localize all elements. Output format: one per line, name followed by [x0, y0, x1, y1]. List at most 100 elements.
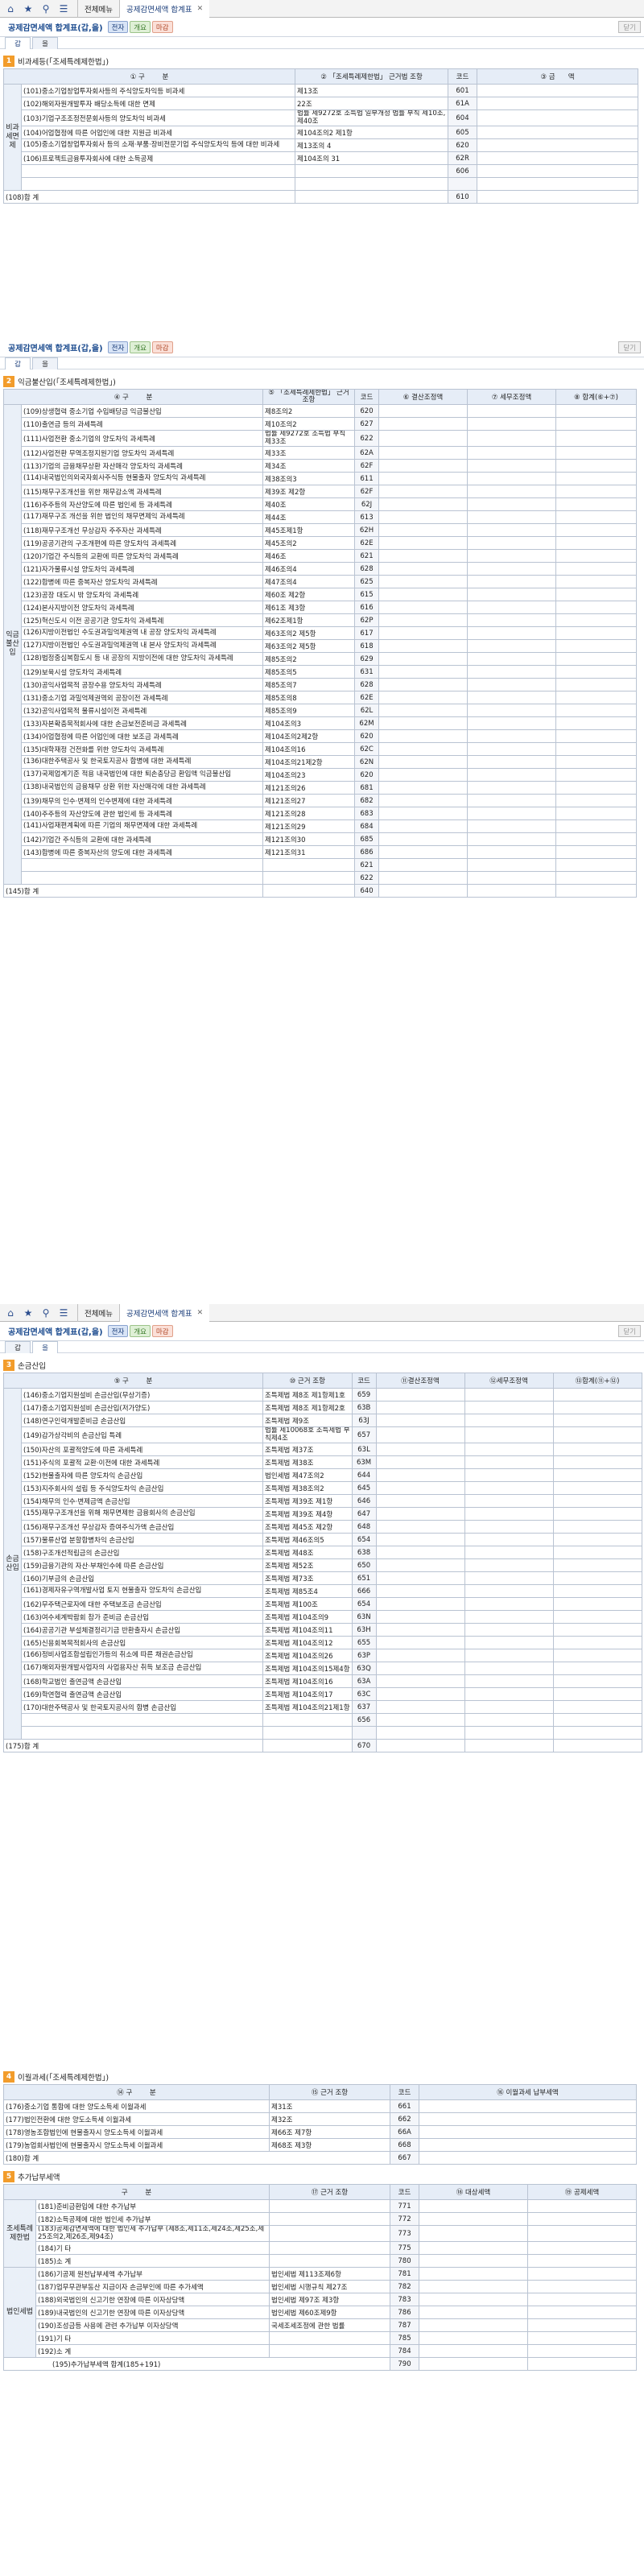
star-icon[interactable]: ★ — [19, 1304, 37, 1322]
amount-input[interactable] — [375, 1426, 465, 1443]
amount-input[interactable] — [467, 430, 556, 447]
amount-input[interactable] — [378, 858, 468, 872]
amount-input[interactable] — [555, 459, 637, 473]
amount-input[interactable] — [477, 84, 638, 97]
menu-icon[interactable]: ☰ — [55, 0, 72, 18]
finalize-button[interactable]: 마감 — [151, 1325, 173, 1337]
amount-input[interactable] — [467, 768, 556, 782]
amount-input[interactable] — [527, 2225, 637, 2242]
amount-input[interactable] — [464, 1414, 554, 1427]
amount-input[interactable] — [467, 794, 556, 807]
amount-input[interactable] — [464, 1520, 554, 1534]
amount-input[interactable] — [375, 1443, 465, 1456]
amount-input[interactable] — [552, 1481, 642, 1495]
amount-input[interactable] — [552, 1414, 642, 1427]
amount-input[interactable] — [467, 446, 556, 460]
amount-input[interactable] — [467, 613, 556, 627]
amount-input[interactable] — [467, 472, 556, 485]
amount-input[interactable] — [527, 2280, 637, 2293]
amount-input[interactable] — [527, 2254, 637, 2268]
amount-input[interactable] — [378, 510, 468, 524]
amount-input[interactable] — [464, 1443, 554, 1456]
amount-input[interactable] — [378, 845, 468, 859]
amount-input[interactable] — [477, 151, 638, 165]
amount-input[interactable] — [375, 1636, 465, 1649]
amount-input[interactable] — [552, 1401, 642, 1414]
amount-input[interactable] — [555, 691, 637, 704]
amount-input[interactable] — [419, 2241, 528, 2255]
e-file-button[interactable]: 전자 — [107, 341, 129, 353]
amount-input[interactable] — [467, 781, 556, 795]
overview-button[interactable]: 개요 — [130, 341, 151, 353]
overview-button[interactable]: 개요 — [130, 21, 151, 33]
amount-input[interactable] — [375, 1700, 465, 1714]
amount-input[interactable] — [378, 819, 468, 833]
amount-input[interactable] — [552, 1455, 642, 1469]
amount-input[interactable] — [555, 807, 637, 820]
amount-input[interactable] — [464, 1713, 554, 1727]
exit-button[interactable]: 닫기 — [618, 341, 641, 353]
amount-input[interactable] — [552, 1443, 642, 1456]
amount-input[interactable] — [467, 755, 556, 769]
amount-input[interactable] — [467, 549, 556, 563]
amount-input[interactable] — [552, 1468, 642, 1482]
e-file-button[interactable]: 전자 — [107, 1325, 129, 1337]
amount-input[interactable] — [552, 1546, 642, 1559]
amount-input[interactable] — [555, 819, 637, 833]
tab-tax-credit-summary[interactable]: 공제감면세액 합계표 ✕ — [118, 0, 210, 18]
amount-input[interactable] — [477, 126, 638, 139]
amount-input[interactable] — [552, 1520, 642, 1534]
amount-input[interactable] — [464, 1455, 554, 1469]
amount-input[interactable] — [375, 1713, 465, 1727]
amount-input[interactable] — [552, 1674, 642, 1688]
amount-input[interactable] — [378, 755, 468, 769]
amount-input[interactable] — [527, 2212, 637, 2226]
amount-input[interactable] — [555, 858, 637, 872]
amount-input[interactable] — [477, 97, 638, 110]
amount-input[interactable] — [464, 1426, 554, 1443]
amount-input[interactable] — [464, 1636, 554, 1649]
amount-input[interactable] — [375, 1726, 465, 1740]
amount-input[interactable] — [378, 626, 468, 640]
amount-input[interactable] — [552, 1558, 642, 1572]
amount-input[interactable] — [464, 1388, 554, 1402]
amount-input[interactable] — [555, 652, 637, 666]
amount-input[interactable] — [419, 2331, 528, 2345]
amount-input[interactable] — [467, 678, 556, 691]
amount-input[interactable] — [555, 639, 637, 653]
amount-input[interactable] — [419, 2280, 528, 2293]
amount-input[interactable] — [378, 704, 468, 717]
amount-input[interactable] — [555, 626, 637, 640]
amount-input[interactable] — [467, 459, 556, 473]
amount-input[interactable] — [464, 1481, 554, 1495]
amount-input[interactable] — [375, 1481, 465, 1495]
amount-input[interactable] — [467, 536, 556, 550]
close-icon[interactable]: ✕ — [197, 5, 204, 13]
amount-input[interactable] — [378, 601, 468, 614]
amount-input[interactable] — [527, 2267, 637, 2281]
amount-input[interactable] — [378, 523, 468, 537]
amount-input[interactable] — [378, 871, 468, 885]
amount-input[interactable] — [552, 1494, 642, 1508]
e-file-button[interactable]: 전자 — [107, 21, 129, 33]
amount-input[interactable] — [467, 601, 556, 614]
amount-input[interactable] — [419, 2267, 528, 2281]
amount-input[interactable] — [467, 404, 556, 418]
amount-input[interactable] — [552, 1649, 642, 1662]
home-icon[interactable]: ⌂ — [2, 0, 19, 18]
amount-input[interactable] — [555, 497, 637, 511]
search-icon[interactable]: ⚲ — [37, 0, 55, 18]
amount-input[interactable] — [555, 781, 637, 795]
amount-input[interactable] — [419, 2112, 637, 2126]
amount-input[interactable] — [375, 1388, 465, 1402]
amount-input[interactable] — [467, 588, 556, 601]
amount-input[interactable] — [378, 665, 468, 679]
amount-input[interactable] — [378, 729, 468, 743]
amount-input[interactable] — [378, 742, 468, 756]
amount-input[interactable] — [552, 1623, 642, 1637]
amount-input[interactable] — [467, 665, 556, 679]
amount-input[interactable] — [555, 472, 637, 485]
amount-input[interactable] — [464, 1610, 554, 1624]
amount-input[interactable] — [464, 1700, 554, 1714]
amount-input[interactable] — [375, 1468, 465, 1482]
